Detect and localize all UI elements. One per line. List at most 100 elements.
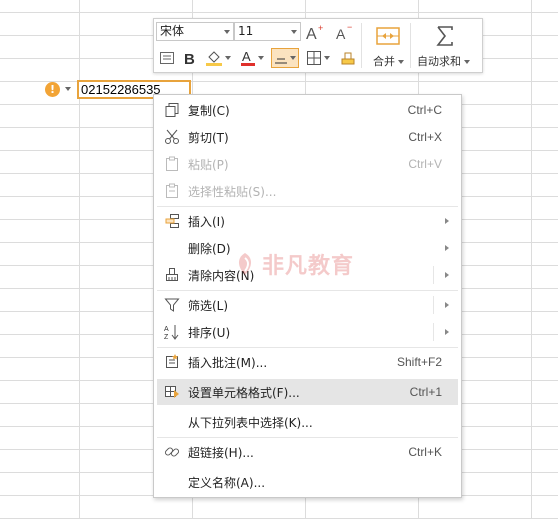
chevron-down-icon[interactable] xyxy=(65,87,71,91)
menu-item-shortcut: Ctrl+K xyxy=(408,445,442,459)
chevron-down-icon xyxy=(464,60,470,64)
svg-text:A: A xyxy=(242,49,251,64)
chevron-down-icon xyxy=(258,56,264,60)
font-name-select[interactable]: 宋体 xyxy=(156,22,234,41)
svg-text:A: A xyxy=(336,26,346,41)
menu-item-filter[interactable]: 筛选(L) xyxy=(157,292,458,318)
font-name-value: 宋体 xyxy=(160,24,185,38)
font-color-icon: A xyxy=(241,49,255,66)
merge-cells-button[interactable] xyxy=(368,21,408,51)
menu-item-shortcut: Ctrl+1 xyxy=(409,385,442,399)
menu-item-insert[interactable]: 插入(I) xyxy=(157,208,458,234)
comment-icon xyxy=(164,354,180,370)
submenu-divider xyxy=(433,266,434,284)
menu-separator xyxy=(157,437,458,438)
format-painter-icon xyxy=(160,52,174,64)
autosum-button[interactable] xyxy=(432,21,458,51)
paste-special-icon xyxy=(164,183,180,199)
cut-icon xyxy=(164,129,180,145)
menu-item-label: 复制(C) xyxy=(188,103,230,118)
menu-item-hyperlink[interactable]: 超链接(H)... Ctrl+K xyxy=(157,439,458,465)
menu-separator xyxy=(157,206,458,207)
align-bottom-icon xyxy=(275,58,287,64)
menu-item-label: 粘贴(P) xyxy=(188,157,229,172)
font-increase-icon: A + xyxy=(306,23,323,41)
menu-item-sort[interactable]: AZ 排序(U) xyxy=(157,319,458,345)
svg-text:A: A xyxy=(164,326,169,333)
copy-icon xyxy=(164,102,180,118)
font-color-button[interactable]: A xyxy=(238,49,266,67)
sigma-icon xyxy=(436,26,453,46)
menu-item-define-name[interactable]: 定义名称(A)... xyxy=(157,469,458,495)
bold-button[interactable]: B xyxy=(182,49,198,67)
watermark-logo-icon xyxy=(238,253,252,275)
error-indicator[interactable]: ! xyxy=(45,81,71,97)
chevron-down-icon xyxy=(225,56,231,60)
merge-label-text: 合并 xyxy=(373,55,395,68)
sort-icon: AZ xyxy=(164,324,180,340)
menu-item-label: 插入(I) xyxy=(188,214,225,229)
menu-item-pick-from-list[interactable]: 从下拉列表中选择(K)... xyxy=(157,409,458,435)
paste-icon xyxy=(164,156,180,172)
mini-toolbar: 宋体 11 A + A − 合并 自动求和 B A xyxy=(153,18,483,73)
menu-item-insert-comment[interactable]: 插入批注(M)... Shift+F2 xyxy=(157,349,458,375)
submenu-arrow-icon xyxy=(445,218,449,224)
svg-text:−: − xyxy=(347,23,352,32)
chevron-down-icon xyxy=(290,56,296,60)
chevron-down-icon xyxy=(224,30,230,34)
insert-icon xyxy=(164,213,180,229)
clear-format-button[interactable] xyxy=(338,49,358,67)
bold-icon: B xyxy=(184,51,195,66)
svg-text:Z: Z xyxy=(164,334,169,340)
hyperlink-icon xyxy=(164,444,180,460)
separator xyxy=(410,23,411,68)
submenu-divider xyxy=(433,323,434,341)
font-size-value: 11 xyxy=(238,24,254,38)
svg-text:B: B xyxy=(184,51,195,66)
menu-item-label: 设置单元格格式(F)... xyxy=(188,385,300,400)
menu-item-label: 选择性粘贴(S)... xyxy=(188,184,277,199)
chevron-down-icon xyxy=(324,56,330,60)
svg-text:A: A xyxy=(306,26,317,41)
merge-label[interactable]: 合并 xyxy=(373,53,404,69)
clear-icon xyxy=(164,267,180,283)
menu-item-paste[interactable]: 粘贴(P) Ctrl+V xyxy=(157,151,458,177)
menu-separator xyxy=(157,290,458,291)
menu-item-label: 定义名称(A)... xyxy=(188,475,266,490)
font-size-select[interactable]: 11 xyxy=(234,22,301,41)
menu-separator xyxy=(157,347,458,348)
menu-item-shortcut: Shift+F2 xyxy=(396,355,442,369)
align-button[interactable] xyxy=(271,48,299,68)
borders-button[interactable] xyxy=(304,49,332,67)
submenu-arrow-icon xyxy=(445,302,449,308)
chevron-down-icon xyxy=(398,60,404,64)
menu-item-label: 超链接(H)... xyxy=(188,445,254,460)
fill-color-button[interactable] xyxy=(204,49,232,67)
submenu-divider xyxy=(433,296,434,314)
autosum-label[interactable]: 自动求和 xyxy=(417,53,470,69)
submenu-arrow-icon xyxy=(445,245,449,251)
menu-item-label: 删除(D) xyxy=(188,241,231,256)
separator xyxy=(361,23,362,68)
menu-item-label: 剪切(T) xyxy=(188,130,229,145)
menu-item-cut[interactable]: 剪切(T) Ctrl+X xyxy=(157,124,458,150)
merge-cells-icon xyxy=(376,27,400,45)
decrease-font-size-button[interactable]: A − xyxy=(334,22,356,42)
svg-text:+: + xyxy=(318,23,323,33)
warning-icon[interactable]: ! xyxy=(45,81,60,97)
menu-item-copy[interactable]: 复制(C) Ctrl+C xyxy=(157,97,458,123)
submenu-arrow-icon xyxy=(445,272,449,278)
increase-font-size-button[interactable]: A + xyxy=(304,22,326,42)
fill-bucket-icon xyxy=(206,51,222,66)
menu-item-format-cells[interactable]: 设置单元格格式(F)... Ctrl+1 xyxy=(157,379,458,405)
menu-item-shortcut: Ctrl+C xyxy=(407,103,442,117)
menu-item-shortcut: Ctrl+X xyxy=(408,130,442,144)
borders-icon xyxy=(307,51,321,65)
autosum-label-text: 自动求和 xyxy=(417,55,461,68)
format-painter-button[interactable] xyxy=(158,49,176,67)
context-menu: 复制(C) Ctrl+C 剪切(T) Ctrl+X 粘贴(P) Ctrl+V 选… xyxy=(153,94,462,498)
menu-item-label: 排序(U) xyxy=(188,325,231,340)
menu-item-label: 插入批注(M)... xyxy=(188,355,268,370)
menu-item-paste-special[interactable]: 选择性粘贴(S)... xyxy=(157,178,458,204)
submenu-arrow-icon xyxy=(445,329,449,335)
